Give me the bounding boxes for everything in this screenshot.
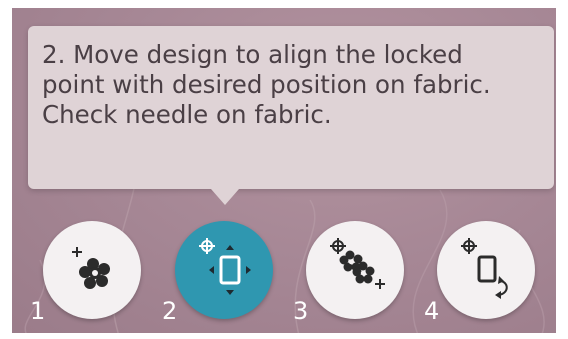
instruction-tooltip: 2. Move design to align the locked point… [28,26,554,189]
instruction-text: 2. Move design to align the locked point… [42,40,491,129]
step-4-number: 4 [424,297,440,325]
step-2-number: 2 [162,297,178,325]
precise-positioning-screen: 2. Move design to align the locked point… [0,0,568,339]
crosshair-two-flowers-icon [330,238,385,289]
crosshair-rotate-hoop-icon [461,238,508,299]
frame-top [0,0,568,8]
step-1-button[interactable] [43,221,141,319]
step-3-button[interactable] [306,221,404,319]
tooltip-pointer [211,189,239,205]
step-1-number: 1 [30,297,46,325]
crosshair-flower-icon [72,247,110,289]
frame-right [556,0,568,339]
frame-left [0,0,12,339]
step-4-button[interactable] [437,221,535,319]
step-2-button[interactable] [175,221,273,319]
step-3-number: 3 [293,297,309,325]
frame-bottom [0,333,568,339]
crosshair-move-hoop-icon [199,238,251,295]
